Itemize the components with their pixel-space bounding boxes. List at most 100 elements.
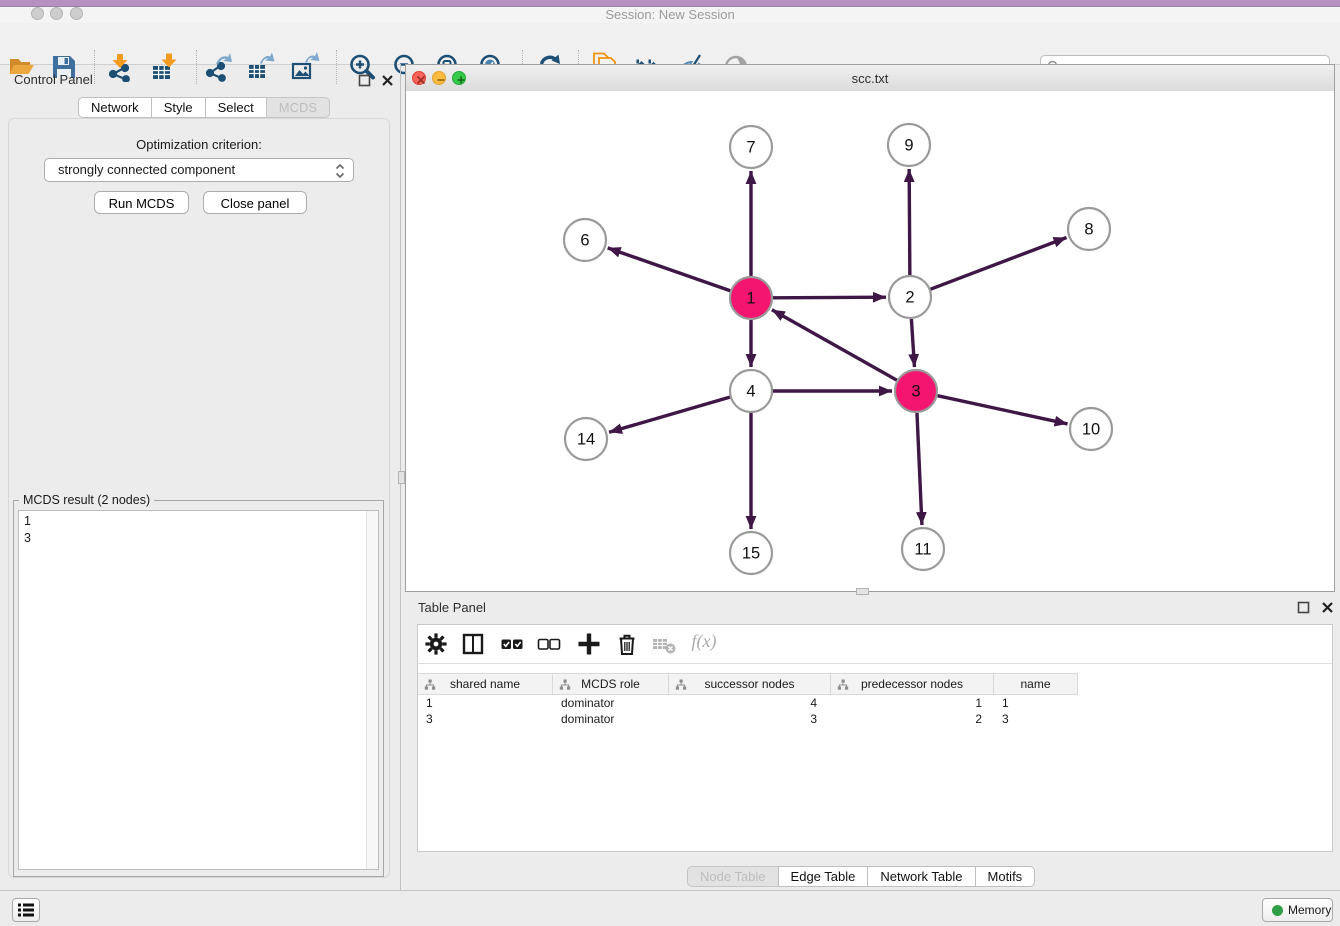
task-history-button[interactable] [12, 898, 40, 922]
cell-mcds-role: dominator [553, 696, 669, 712]
close-panel-icon[interactable] [381, 74, 394, 87]
float-panel-icon[interactable] [358, 74, 371, 87]
run-mcds-button[interactable]: Run MCDS [94, 191, 189, 214]
tab-motifs[interactable]: Motifs [975, 866, 1036, 887]
graph-edge-3-11[interactable] [917, 413, 922, 525]
memory-label: Memory [1288, 903, 1331, 917]
optimization-criterion-label: Optimization criterion: [0, 137, 398, 152]
select-stepper-icon [335, 163, 345, 179]
graph-node-label-7: 7 [746, 139, 755, 157]
add-column-icon[interactable] [576, 631, 602, 657]
graph-node-label-2: 2 [905, 289, 914, 307]
graph-node-label-9: 9 [904, 137, 913, 155]
result-line: 3 [24, 530, 373, 547]
close-panel-icon[interactable] [1321, 601, 1334, 614]
cell-predecessor-nodes: 2 [831, 712, 994, 728]
status-bar: Memory [0, 890, 1340, 926]
memory-status-dot [1272, 905, 1283, 916]
window-accent-strip [0, 0, 1340, 7]
graph-edge-3-1[interactable] [772, 310, 897, 380]
graph-node-label-10: 10 [1082, 421, 1100, 439]
column-header-name[interactable]: name [994, 673, 1078, 695]
toolbar-separator [196, 50, 197, 84]
tab-network[interactable]: Network [78, 97, 152, 118]
network-view-window: scc.txt 1 2 3 4 6 7 8 9 10 11 14 15 [405, 64, 1335, 592]
table-header-row: shared name MCDS role successor nodes pr… [418, 673, 1078, 695]
graph-node-label-1: 1 [746, 290, 755, 308]
main-toolbar [0, 23, 1340, 65]
graph-edge-1-2[interactable] [773, 297, 886, 298]
mcds-result-textarea[interactable]: 1 3 [18, 510, 379, 870]
cell-predecessor-nodes: 1 [831, 696, 994, 712]
tab-network-table[interactable]: Network Table [867, 866, 975, 887]
list-icon [17, 902, 35, 918]
float-panel-icon[interactable] [1297, 601, 1310, 614]
graph-edge-2-9[interactable] [909, 169, 910, 275]
column-header-shared-name[interactable]: shared name [418, 673, 553, 695]
deselect-all-checkboxes-icon[interactable] [536, 631, 562, 657]
sort-icon [675, 679, 687, 691]
graph-edge-2-8[interactable] [931, 238, 1067, 290]
mcds-result-group: MCDS result (2 nodes) 1 3 [13, 500, 384, 877]
network-graph[interactable]: 1 2 3 4 6 7 8 9 10 11 14 15 [406, 91, 1334, 591]
table-settings-icon[interactable] [423, 631, 449, 657]
result-scrollbar[interactable] [366, 511, 378, 869]
tab-node-table[interactable]: Node Table [687, 866, 779, 887]
memory-button[interactable]: Memory [1262, 898, 1333, 922]
graph-node-label-4: 4 [746, 383, 755, 401]
toolbar-separator [94, 50, 95, 84]
export-image-icon[interactable] [290, 52, 320, 82]
graph-node-label-15: 15 [742, 545, 760, 563]
cell-name: 3 [994, 712, 1078, 728]
cell-name: 1 [994, 696, 1078, 712]
optimization-criterion-select[interactable]: strongly connected component [44, 158, 354, 182]
sort-icon [424, 679, 436, 691]
network-window-titlebar[interactable]: scc.txt [406, 65, 1334, 92]
tab-style[interactable]: Style [151, 97, 206, 118]
column-header-predecessor-nodes[interactable]: predecessor nodes [831, 673, 994, 695]
control-panel-title: Control Panel [14, 72, 93, 87]
split-panel-icon[interactable] [460, 631, 486, 657]
cell-successor-nodes: 3 [669, 712, 831, 728]
toolbar-separator [336, 50, 337, 84]
delete-columns-icon[interactable] [614, 631, 640, 657]
graph-node-label-14: 14 [577, 431, 595, 449]
column-header-successor-nodes[interactable]: successor nodes [669, 673, 831, 695]
node-table: f(x) shared name MCDS role successor nod… [417, 624, 1333, 852]
mcds-result-title: MCDS result (2 nodes) [19, 493, 154, 507]
select-all-checkboxes-icon[interactable] [499, 631, 525, 657]
tab-select[interactable]: Select [205, 97, 267, 118]
graph-edge-4-14[interactable] [609, 397, 730, 432]
export-network-icon[interactable] [203, 52, 233, 82]
divider-grip[interactable] [856, 588, 869, 595]
graph-edge-3-10[interactable] [937, 396, 1067, 424]
window-title: Session: New Session [0, 7, 1340, 22]
cell-shared-name: 3 [418, 712, 553, 728]
sort-icon [837, 679, 849, 691]
control-panel-window-icons [358, 74, 394, 92]
network-canvas[interactable]: 1 2 3 4 6 7 8 9 10 11 14 15 [406, 91, 1334, 591]
delete-table-icon [651, 631, 677, 657]
table-panel-title: Table Panel [418, 600, 486, 615]
import-table-icon[interactable] [150, 52, 180, 82]
import-network-icon[interactable] [105, 52, 135, 82]
close-panel-button[interactable]: Close panel [203, 191, 307, 214]
sort-icon [559, 679, 571, 691]
graph-node-label-11: 11 [914, 541, 931, 559]
graph-node-label-8: 8 [1084, 221, 1093, 239]
table-toolbar: f(x) [418, 625, 1332, 664]
graph-edge-2-3[interactable] [911, 319, 914, 367]
cell-mcds-role: dominator [553, 712, 669, 728]
selected-option: strongly connected component [58, 162, 235, 177]
tab-mcds[interactable]: MCDS [266, 97, 330, 118]
column-header-mcds-role[interactable]: MCDS role [553, 673, 669, 695]
table-panel-window-icons [1297, 601, 1334, 619]
graph-node-label-6: 6 [580, 232, 589, 250]
graph-node-label-3: 3 [911, 383, 920, 401]
control-panel-tabs: Network Style Select MCDS [78, 97, 330, 118]
graph-edge-1-6[interactable] [608, 248, 731, 291]
divider-grip[interactable] [398, 471, 405, 484]
function-builder-icon: f(x) [692, 631, 717, 652]
export-table-icon[interactable] [246, 52, 276, 82]
tab-edge-table[interactable]: Edge Table [778, 866, 869, 887]
